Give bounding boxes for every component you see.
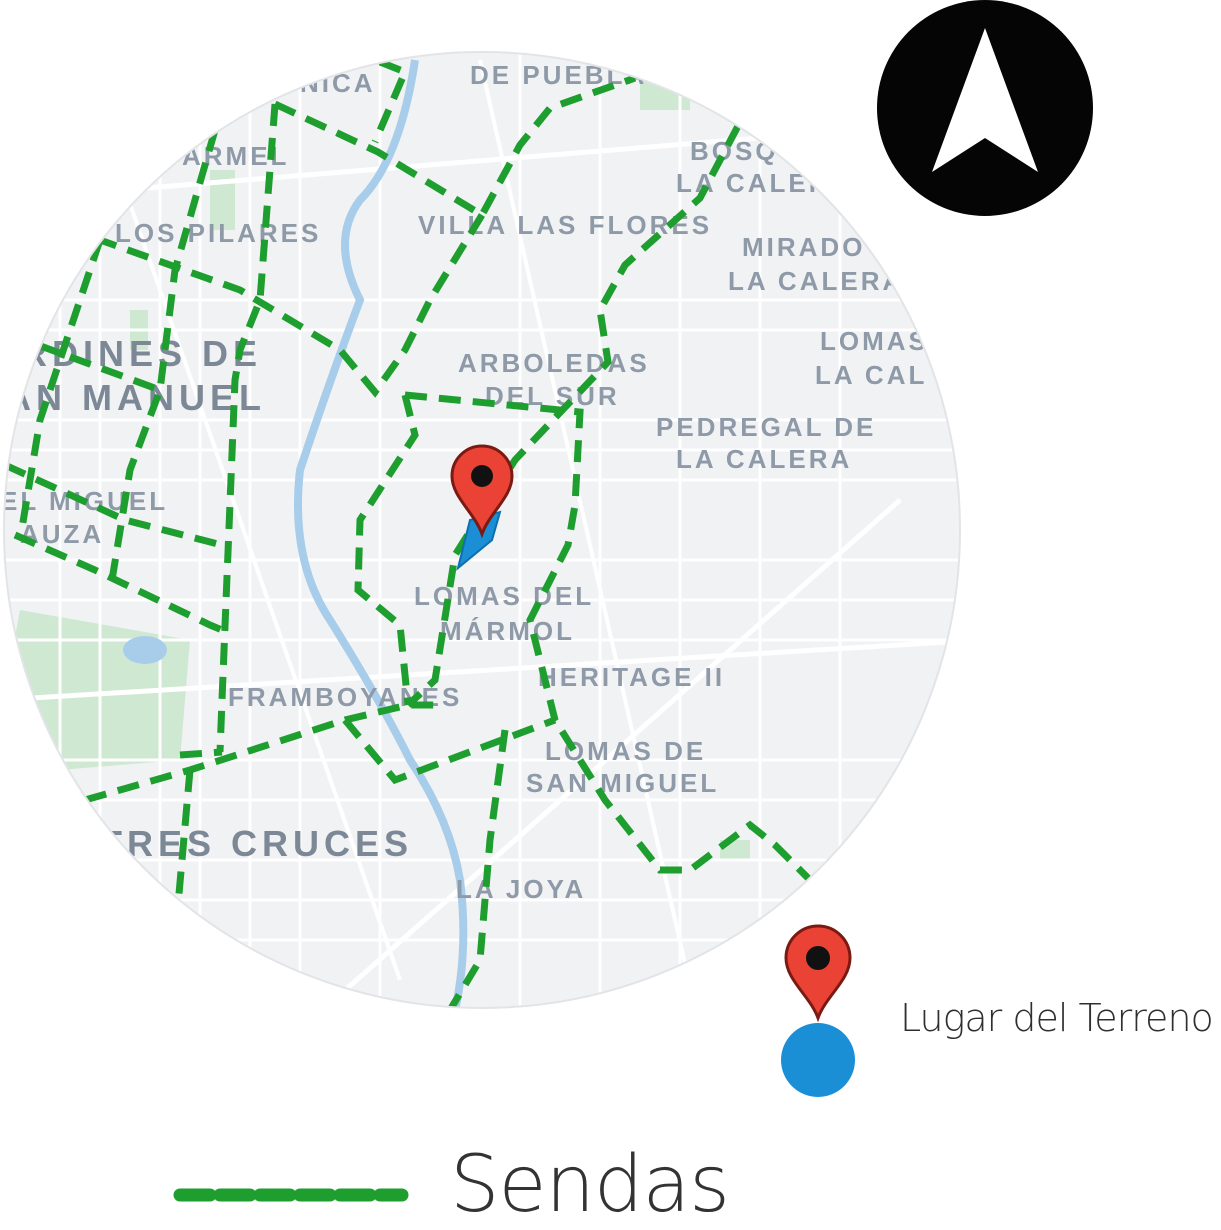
place-label: DE PUEBLA [470, 60, 647, 90]
place-label: MÁRMOL [440, 616, 575, 646]
pond [123, 636, 167, 664]
place-label: PEDREGAL DE [656, 412, 876, 442]
place-label: LOMAS [820, 326, 929, 356]
legend-sendas-label: Sendas [450, 1140, 730, 1230]
place-label: LOMAS DEL [414, 581, 594, 611]
legend-parcel-dot [781, 1023, 855, 1097]
place-label: ARBOLEDAS [458, 348, 650, 378]
place-label: ARDINES DE [0, 333, 262, 374]
place-label: HERITAGE II [538, 662, 725, 692]
place-label: TRES CRUCES [100, 823, 413, 864]
place-label: LOS PILARES [115, 218, 321, 248]
place-label: LA CAL [815, 360, 927, 390]
legend-lugar-label: Lugar del Terreno [900, 996, 1214, 1040]
place-label: MIRADO [742, 232, 865, 262]
legend-pin-icon [784, 924, 852, 1023]
north-arrow-icon [877, 0, 1093, 216]
place-label: LA CALERA [676, 444, 852, 474]
map-circle: NICA DE PUEBLA ARMEL BOSQ LA CALER LOS P… [0, 52, 960, 1008]
place-label: LA JOYA [456, 874, 586, 904]
senda-path [179, 748, 223, 759]
place-label: LA CALERA [728, 266, 904, 296]
map-figure: NICA DE PUEBLA ARMEL BOSQ LA CALER LOS P… [0, 0, 1093, 1202]
place-label: SAN MIGUEL [526, 768, 719, 798]
